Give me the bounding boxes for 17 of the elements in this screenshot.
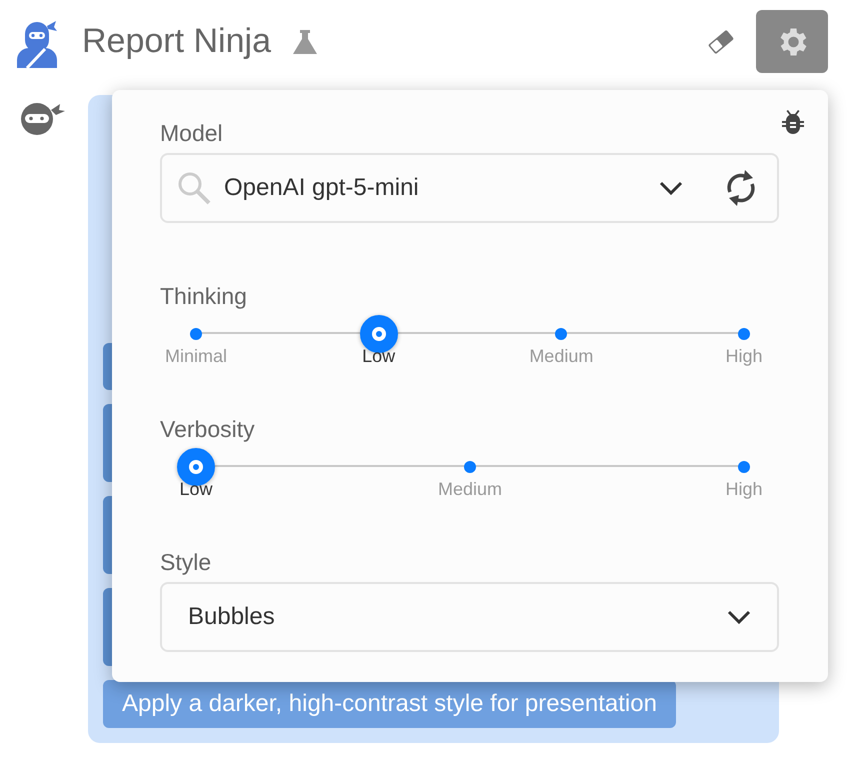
slider-option-label[interactable]: Low [362,346,396,367]
app-title: Report Ninja [82,22,271,61]
field-label: Verbosity [160,416,256,443]
slider-option-label[interactable]: High [725,346,763,367]
field-label: Style [160,549,212,576]
model-select[interactable]: OpenAI gpt-5-mini [160,153,779,223]
slider-option-label[interactable]: Low [179,479,213,500]
slider-option-label[interactable]: Minimal [165,346,227,367]
field-label: Model [160,120,224,147]
slider-option-label[interactable]: Medium [438,479,502,500]
model-value: OpenAI gpt-5-mini [224,174,420,202]
style-value: Bubbles [188,603,276,631]
slider-option-label[interactable]: High [725,479,763,500]
style-select[interactable]: Bubbles [160,582,779,652]
field-label: Thinking [160,283,248,310]
suggestion-button[interactable]: Apply a darker, high-contrast style for presentation [103,680,676,728]
slider-option-label[interactable]: Medium [529,346,594,367]
